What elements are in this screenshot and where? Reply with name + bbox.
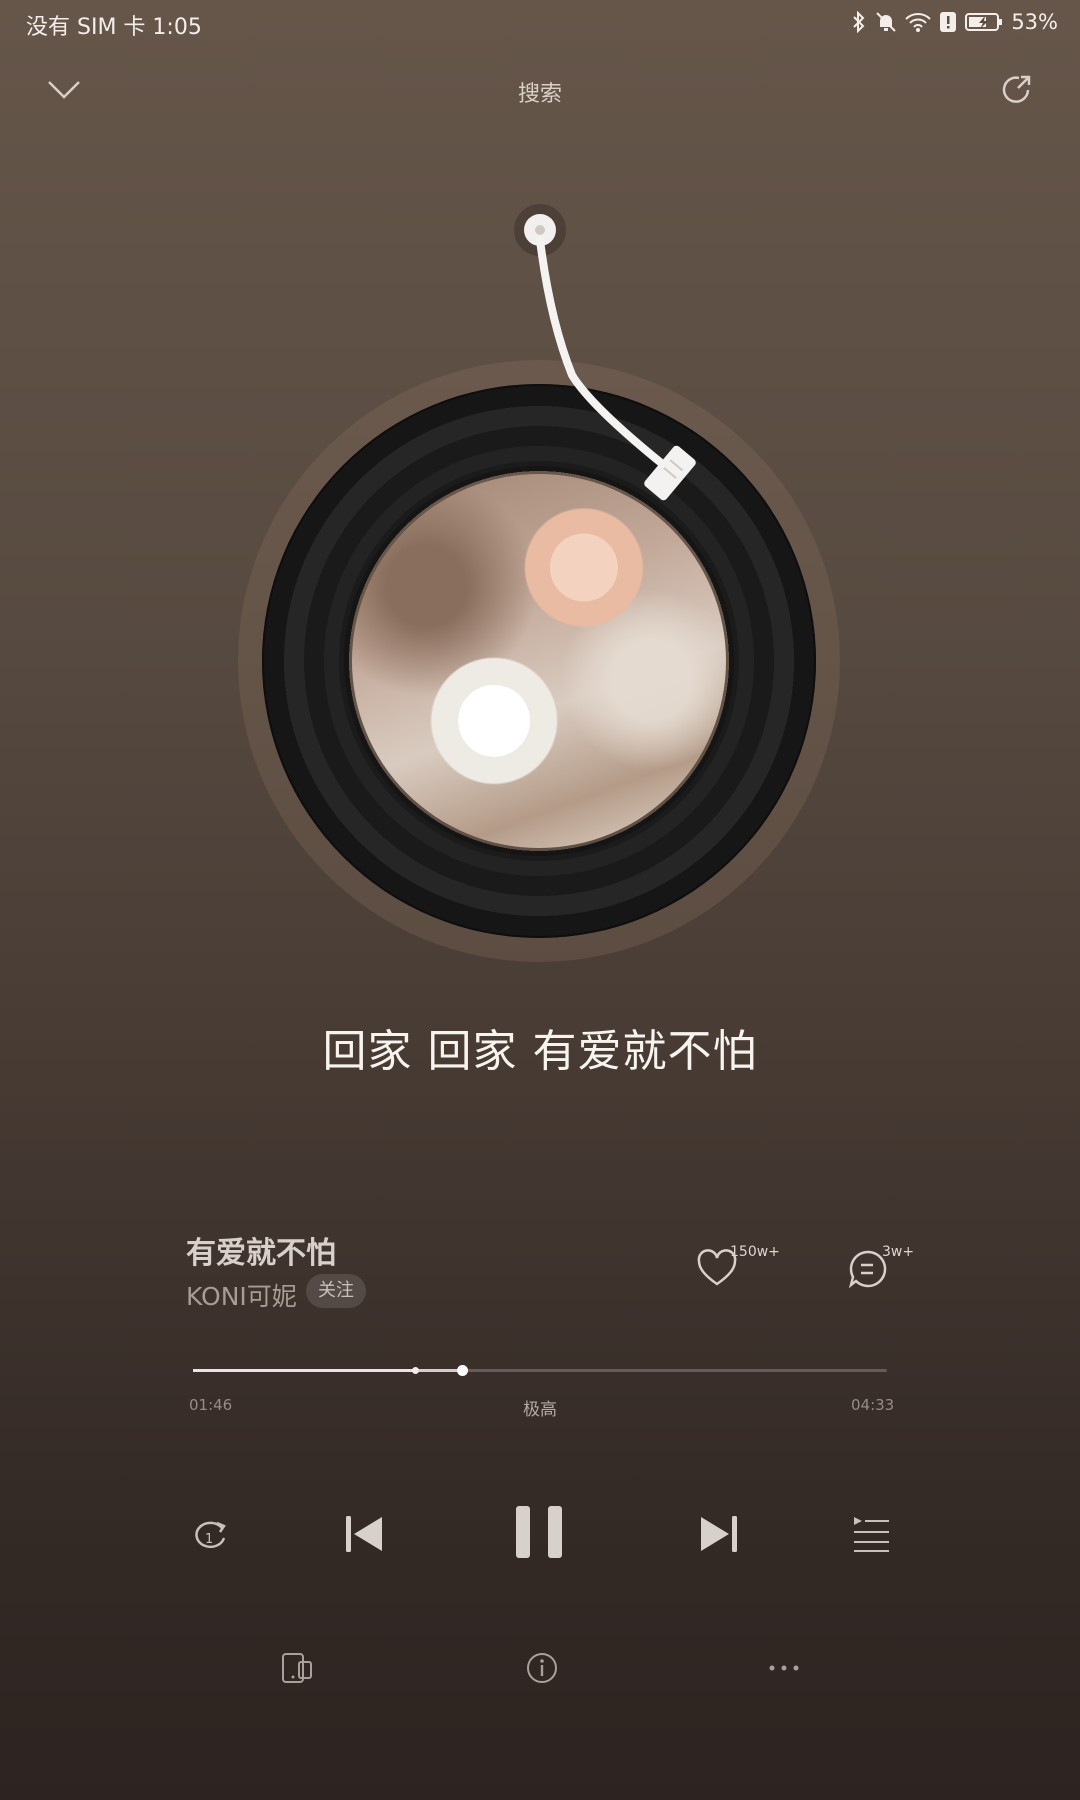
share-button[interactable] bbox=[997, 70, 1037, 110]
device-icon bbox=[282, 1653, 312, 1683]
like-count: 150w+ bbox=[730, 1244, 780, 1260]
progress-thumb[interactable] bbox=[457, 1365, 469, 1376]
total-time: 04:33 bbox=[851, 1396, 895, 1414]
bluetooth-icon bbox=[853, 11, 865, 33]
buffer-marker bbox=[412, 1367, 420, 1374]
status-bar: 没有 SIM 卡 1:05 53% bbox=[0, 0, 1080, 44]
comment-count: 3w+ bbox=[882, 1244, 915, 1260]
mute-icon bbox=[876, 12, 897, 32]
current-lyric[interactable]: 回家 回家 有爱就不怕 bbox=[0, 1015, 1080, 1079]
quality-label[interactable]: 极高 bbox=[0, 1395, 1080, 1420]
song-title: 有爱就不怕 bbox=[186, 1236, 336, 1271]
playlist-icon bbox=[854, 1517, 889, 1552]
previous-button[interactable] bbox=[342, 1512, 386, 1556]
tonearm bbox=[514, 204, 696, 501]
battery-percent: 53% bbox=[1011, 10, 1058, 34]
battery-charging-icon bbox=[965, 13, 1003, 31]
progress-fill bbox=[193, 1369, 463, 1372]
alert-icon bbox=[940, 12, 957, 32]
more-button[interactable] bbox=[764, 1650, 804, 1686]
svg-text:1: 1 bbox=[205, 1532, 213, 1547]
playlist-button[interactable] bbox=[851, 1514, 891, 1554]
more-icon bbox=[769, 1665, 799, 1671]
status-icons: 53% bbox=[851, 6, 1058, 38]
info-icon bbox=[527, 1653, 557, 1683]
artist-name[interactable]: KONI可妮 bbox=[186, 1277, 297, 1313]
device-button[interactable] bbox=[279, 1650, 315, 1686]
follow-button[interactable]: 关注 bbox=[306, 1274, 366, 1308]
repeat-one-button[interactable]: 1 bbox=[188, 1514, 232, 1558]
pause-icon bbox=[516, 1506, 562, 1558]
search-title[interactable]: 搜索 bbox=[0, 76, 1080, 108]
album-cover bbox=[352, 474, 726, 848]
info-button[interactable] bbox=[524, 1650, 560, 1686]
pause-button[interactable] bbox=[512, 1504, 568, 1560]
wifi-icon bbox=[905, 13, 932, 32]
next-icon bbox=[701, 1516, 737, 1552]
share-icon bbox=[1002, 75, 1031, 103]
previous-icon bbox=[346, 1516, 382, 1552]
status-carrier-time: 没有 SIM 卡 1:05 bbox=[26, 15, 202, 40]
next-button[interactable] bbox=[697, 1512, 741, 1556]
repeat-one-icon: 1 bbox=[195, 1521, 226, 1549]
